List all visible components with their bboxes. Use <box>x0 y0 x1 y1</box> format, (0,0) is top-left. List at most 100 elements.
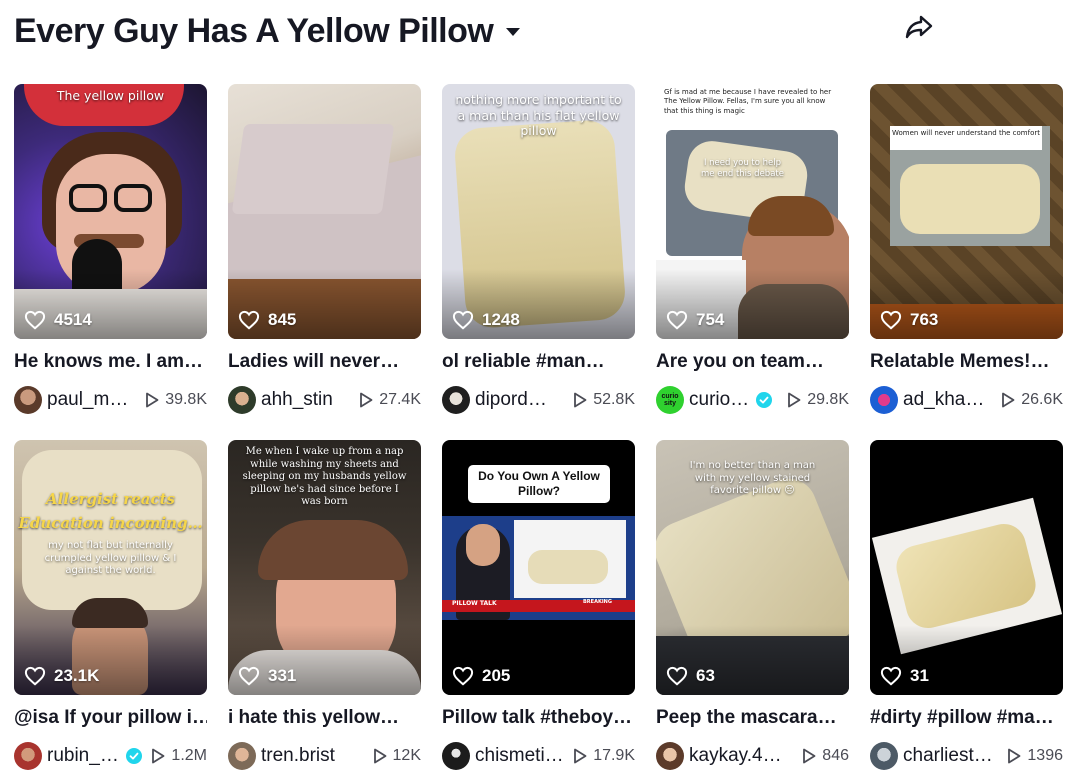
author[interactable]: dipord… <box>442 386 547 414</box>
overlay-subtitle: Education incoming… <box>18 514 203 532</box>
video-meta: charliest… 1396 <box>870 742 1063 770</box>
view-count: 29.8K <box>787 391 849 409</box>
video-caption[interactable]: ol reliable #man… <box>442 351 635 373</box>
overlay-caption: I'm no better than a man with my yellow … <box>689 460 816 496</box>
video-thumbnail[interactable]: Me when I wake up from a nap while washi… <box>228 440 421 695</box>
overlay-caption-2: I need you to help me end this debate <box>701 158 784 179</box>
video-meta: paul_m… 39.8K <box>14 386 207 414</box>
video-card[interactable]: Me when I wake up from a nap while washi… <box>228 440 421 770</box>
video-card[interactable]: Gf is mad at me because I have revealed … <box>656 84 849 414</box>
username[interactable]: chismeti… <box>475 745 564 767</box>
video-caption[interactable]: Ladies will never… <box>228 351 421 373</box>
username[interactable]: ad_kha… <box>903 389 984 411</box>
author[interactable]: chismeti… <box>442 742 564 770</box>
share-button[interactable] <box>902 12 936 46</box>
username[interactable]: curio… <box>689 389 749 411</box>
author[interactable]: curio sity curio… <box>656 386 773 414</box>
video-thumbnail[interactable]: Allergist reacts Education incoming… my … <box>14 440 207 695</box>
video-card[interactable]: Do You Own A Yellow Pillow? PILLOW TALK … <box>442 440 635 770</box>
avatar[interactable] <box>14 386 42 414</box>
video-thumbnail[interactable]: Women will never understand the comfort … <box>870 84 1063 339</box>
video-caption[interactable]: He knows me. I am… <box>14 351 207 373</box>
view-count: 12K <box>373 747 421 765</box>
view-count: 26.6K <box>1001 391 1063 409</box>
avatar[interactable] <box>442 742 470 770</box>
video-meta: tren.brist 12K <box>228 742 421 770</box>
overlay-caption: Me when I wake up from a nap while washi… <box>242 446 407 507</box>
view-count: 1.2M <box>151 747 207 765</box>
play-outline-icon <box>373 748 386 764</box>
like-count: 754 <box>666 310 724 330</box>
overlay-caption: Women will never understand the comfort <box>892 129 1040 137</box>
author[interactable]: ad_kha… <box>870 386 984 414</box>
news-banner-label: PILLOW TALK <box>452 600 497 607</box>
video-thumbnail[interactable]: 845 <box>228 84 421 339</box>
video-meta: chismeti… 17.9K <box>442 742 635 770</box>
video-caption[interactable]: #dirty #pillow #ma… <box>870 707 1063 729</box>
caret-down-icon[interactable] <box>505 24 521 42</box>
author[interactable]: rubin_… <box>14 742 142 770</box>
video-thumbnail[interactable]: Gf is mad at me because I have revealed … <box>656 84 849 339</box>
video-caption[interactable]: Relatable Memes!… <box>870 351 1063 373</box>
avatar[interactable] <box>442 386 470 414</box>
play-outline-icon <box>574 748 587 764</box>
video-thumbnail[interactable]: nothing more important to a man than his… <box>442 84 635 339</box>
view-count: 17.9K <box>573 747 635 765</box>
username[interactable]: tren.brist <box>261 745 335 767</box>
video-card[interactable]: The yellow pillow 4514 He knows me. I am… <box>14 84 207 414</box>
play-outline-icon <box>146 392 159 408</box>
heart-outline-icon <box>880 310 902 330</box>
avatar[interactable] <box>870 742 898 770</box>
video-thumbnail[interactable]: I'm no better than a man with my yellow … <box>656 440 849 695</box>
video-card[interactable]: 845 Ladies will never… ahh_stin 27.4K <box>228 84 421 414</box>
username[interactable]: rubin_… <box>47 745 119 767</box>
overlay-caption: nothing more important to a man than his… <box>455 92 622 139</box>
video-card[interactable]: I'm no better than a man with my yellow … <box>656 440 849 770</box>
avatar[interactable]: curio sity <box>656 386 684 414</box>
heart-outline-icon <box>666 310 688 330</box>
avatar[interactable] <box>870 386 898 414</box>
video-meta: dipord… 52.8K <box>442 386 635 414</box>
play-outline-icon <box>1002 392 1015 408</box>
video-card[interactable]: Women will never understand the comfort … <box>870 84 1063 414</box>
overlay-title: Allergist reacts <box>46 490 175 508</box>
video-card[interactable]: Allergist reacts Education incoming… my … <box>14 440 207 770</box>
avatar[interactable] <box>656 742 684 770</box>
view-count: 846 <box>802 747 849 765</box>
video-card[interactable]: 31 #dirty #pillow #ma… charliest… 1396 <box>870 440 1063 770</box>
video-caption[interactable]: Pillow talk #theboy… <box>442 707 635 729</box>
play-outline-icon <box>1008 748 1021 764</box>
author[interactable]: kaykay.4… <box>656 742 782 770</box>
avatar[interactable] <box>228 386 256 414</box>
username[interactable]: charliest… <box>903 745 993 767</box>
like-count: 763 <box>880 310 938 330</box>
play-outline-icon <box>788 392 801 408</box>
author[interactable]: tren.brist <box>228 742 335 770</box>
avatar[interactable] <box>228 742 256 770</box>
video-caption[interactable]: @isa If your pillow i… <box>14 707 207 729</box>
username[interactable]: dipord… <box>475 389 547 411</box>
heart-outline-icon <box>238 310 260 330</box>
video-meta: kaykay.4… 846 <box>656 742 849 770</box>
video-thumbnail[interactable]: 31 <box>870 440 1063 695</box>
play-outline-icon <box>574 392 587 408</box>
video-caption[interactable]: i hate this yellow… <box>228 707 421 729</box>
video-thumbnail[interactable]: Do You Own A Yellow Pillow? PILLOW TALK … <box>442 440 635 695</box>
share-arrow-icon <box>905 14 933 45</box>
overlay-title: Do You Own A Yellow Pillow? <box>478 469 600 498</box>
avatar[interactable] <box>14 742 42 770</box>
video-card[interactable]: nothing more important to a man than his… <box>442 84 635 414</box>
video-meta: curio sity curio… 29.8K <box>656 386 849 414</box>
video-caption[interactable]: Peep the mascara… <box>656 707 849 729</box>
heart-outline-icon <box>24 310 46 330</box>
video-thumbnail[interactable]: The yellow pillow 4514 <box>14 84 207 339</box>
video-meta: ahh_stin 27.4K <box>228 386 421 414</box>
author[interactable]: ahh_stin <box>228 386 333 414</box>
overlay-caption: The yellow pillow <box>56 88 165 103</box>
author[interactable]: paul_m… <box>14 386 128 414</box>
video-caption[interactable]: Are you on team… <box>656 351 849 373</box>
username[interactable]: ahh_stin <box>261 389 333 411</box>
username[interactable]: paul_m… <box>47 389 128 411</box>
author[interactable]: charliest… <box>870 742 993 770</box>
username[interactable]: kaykay.4… <box>689 745 782 767</box>
